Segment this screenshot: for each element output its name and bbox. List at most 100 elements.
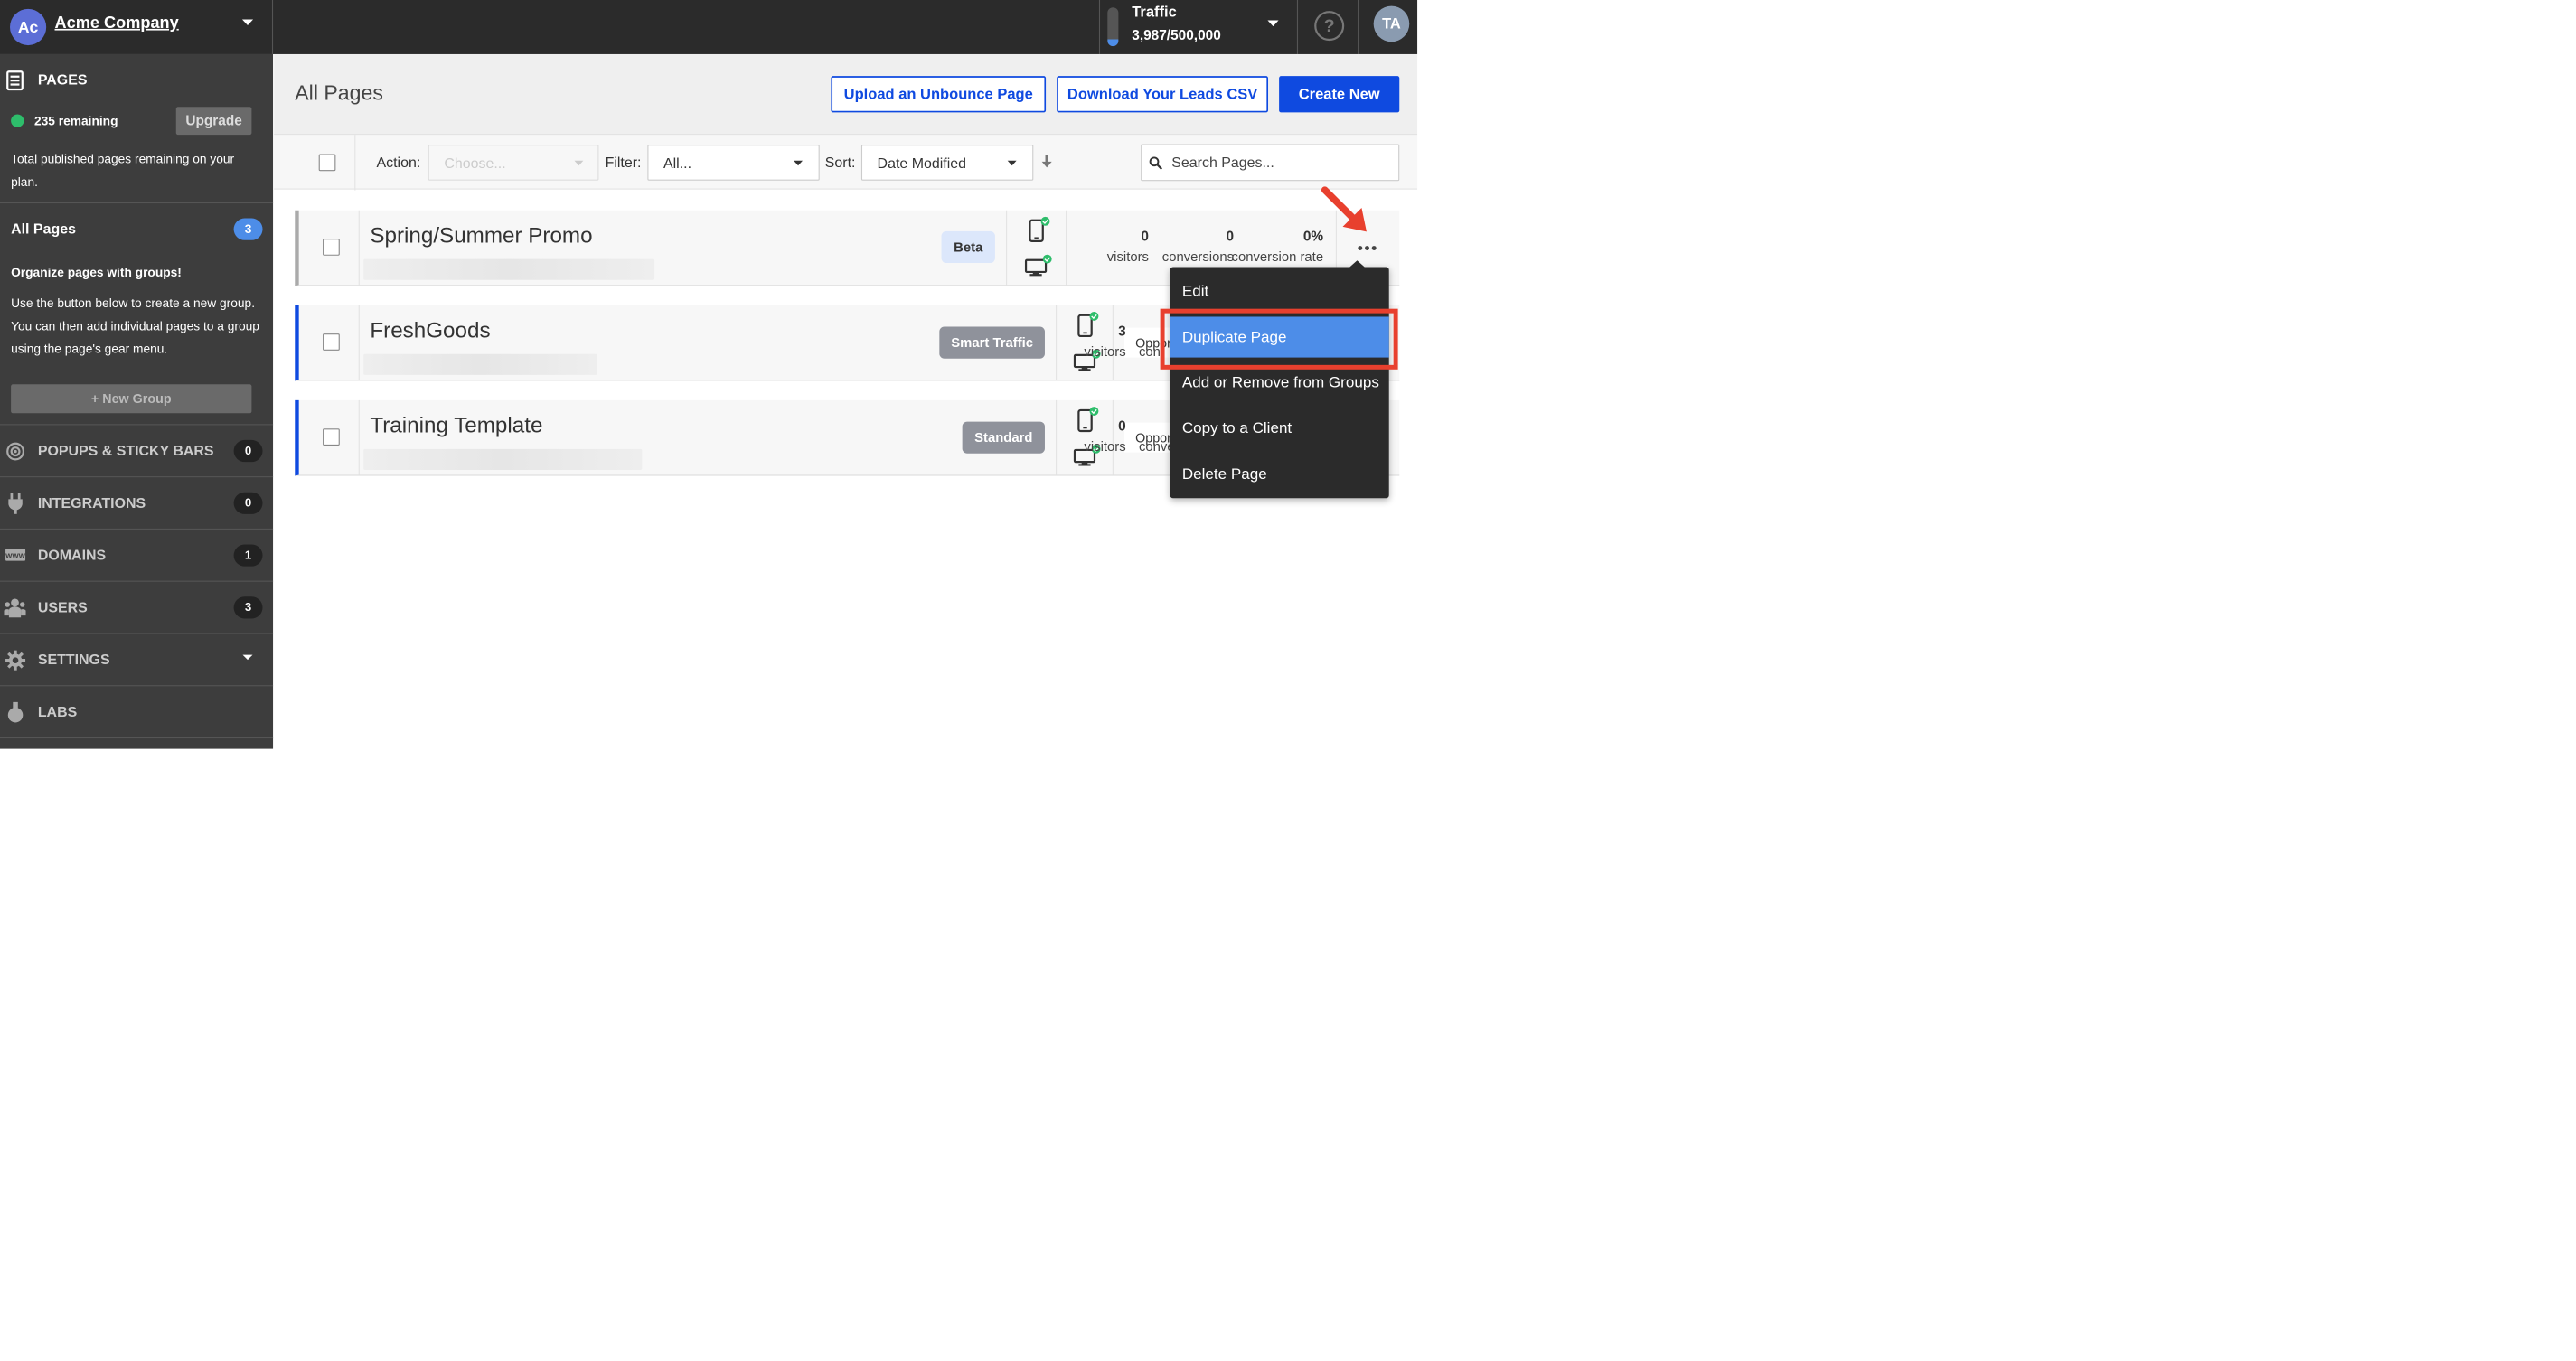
search-placeholder: Search Pages... [1171,155,1274,171]
traffic-label: Traffic [1132,4,1177,21]
menu-caret [1349,260,1366,268]
annotation-arrow-icon [1321,186,1367,232]
pages-section: PAGES 235 remaining Upgrade Total publis… [0,54,274,204]
conversion-rate-label: conversion rate [1231,249,1324,265]
row-divider [358,305,360,380]
row-divider [358,399,360,475]
upgrade-button[interactable]: Upgrade [175,107,252,136]
conversions-label-partial: con [1138,343,1161,360]
sidebar-item-domains[interactable]: WWW DOMAINS 1 [0,528,274,581]
download-leads-button[interactable]: Download Your Leads CSV [1057,76,1269,113]
sidebar-item-label: POPUPS & STICKY BARS [37,443,214,459]
visitors-label: visitors [1084,438,1126,455]
search-input[interactable]: Search Pages... [1141,144,1400,182]
organize-description: Use the button below to create a new gro… [11,296,259,356]
upload-page-button[interactable]: Upload an Unbounce Page [831,76,1047,113]
filter-select[interactable]: All... [647,145,820,181]
organize-title: Organize pages with groups! [11,265,182,280]
row-checkbox[interactable] [323,333,340,351]
standard-badge: Standard [962,421,1045,454]
traffic-bar [1107,7,1119,47]
all-pages-count-badge: 3 [233,218,263,240]
smart-traffic-badge: Smart Traffic [939,326,1045,359]
page-name[interactable]: Training Template [370,413,542,438]
select-all-checkbox[interactable] [318,154,336,172]
sort-direction-icon[interactable] [1041,154,1053,169]
page-root: Ac Acme Company Traffic 3,987/500,000 ? … [0,0,1418,749]
chevron-down-icon[interactable] [241,18,254,26]
page-name[interactable]: Spring/Summer Promo [370,223,592,249]
more-options-icon[interactable] [1357,245,1377,251]
www-icon: WWW [5,549,26,561]
pages-icon [6,70,24,91]
count-badge: 0 [233,492,263,514]
account-name[interactable]: Acme Company [55,13,179,32]
chevron-down-icon [794,160,804,166]
row-divider [1056,399,1058,475]
chevron-down-icon [574,160,584,166]
plug-icon [8,493,23,514]
sidebar-item-label: INTEGRATIONS [37,494,146,512]
traffic-bar-fill [1107,39,1119,47]
action-select[interactable]: Choose... [428,145,599,181]
row-divider [1112,305,1114,380]
menu-item-delete[interactable]: Delete Page [1170,455,1389,493]
chevron-down-icon[interactable] [1266,19,1279,27]
sidebar-item-label: SETTINGS [37,652,110,668]
pages-title[interactable]: PAGES [38,72,88,89]
page-url-blurred [363,258,655,280]
list-toolbar: Action: Choose... Filter: All... Sort: D… [274,134,1418,191]
visitors-value: 0 [1118,418,1126,434]
create-new-button[interactable]: Create New [1279,76,1400,113]
row-checkbox[interactable] [323,428,340,446]
account-switcher[interactable]: Ac Acme Company [0,0,274,54]
users-icon [4,598,26,618]
mobile-check-icon [1029,216,1050,242]
desktop-check-icon [1024,254,1052,277]
highlight-box [1160,308,1398,370]
target-icon [6,442,24,461]
sidebar-nav: POPUPS & STICKY BARS 0 INTEGRATIONS 0 WW… [0,424,274,739]
sort-select[interactable]: Date Modified [860,145,1034,181]
sort-label: Sort: [824,155,856,171]
page-url-blurred [363,353,597,375]
traffic-meter[interactable]: Traffic 3,987/500,000 [1098,0,1299,54]
row-divider [1066,210,1067,286]
sidebar-item-label: LABS [37,704,78,720]
sidebar-item-integrations[interactable]: INTEGRATIONS 0 [0,476,274,529]
flask-icon [7,701,24,723]
chevron-down-icon [1007,160,1017,166]
visitors-label: visitors [1084,343,1126,360]
remaining-count: 235 remaining [33,114,118,128]
sidebar-item-label: DOMAINS [37,547,107,564]
sidebar-item-label: USERS [37,599,88,616]
visitors-value: 0 [1141,228,1149,244]
top-bar: Ac Acme Company Traffic 3,987/500,000 ? … [0,0,1418,54]
visitors-label: visitors [1106,249,1149,265]
account-avatar: Ac [10,8,47,46]
new-group-button[interactable]: + New Group [11,384,252,414]
sidebar-item-popups[interactable]: POPUPS & STICKY BARS 0 [0,424,274,476]
menu-item-edit[interactable]: Edit [1170,272,1389,310]
page-name[interactable]: FreshGoods [370,318,490,343]
sidebar-item-labs[interactable]: LABS [0,685,274,737]
action-label: Action: [376,155,421,171]
remaining-description: Total published pages remaining on your … [11,152,235,190]
sidebar-item-all-pages[interactable]: All Pages 3 [0,204,273,254]
row-checkbox[interactable] [323,239,340,256]
help-button[interactable]: ? [1299,0,1359,54]
chevron-down-icon[interactable] [241,654,253,662]
beta-badge: Beta [941,230,995,264]
user-avatar[interactable]: TA [1373,5,1410,42]
sidebar-item-settings[interactable]: SETTINGS [0,633,274,685]
row-divider [1112,399,1114,475]
row-divider [1056,305,1058,380]
sidebar-item-users[interactable]: USERS 3 [0,580,274,634]
conversions-value: 0 [1226,228,1235,244]
action-select-value: Choose... [444,155,506,172]
main-header: All Pages Upload an Unbounce Page Downlo… [274,53,1418,135]
status-dot [11,114,24,127]
help-icon: ? [1314,11,1345,42]
menu-item-copy-client[interactable]: Copy to a Client [1170,409,1389,447]
svg-text:WWW: WWW [5,551,25,559]
